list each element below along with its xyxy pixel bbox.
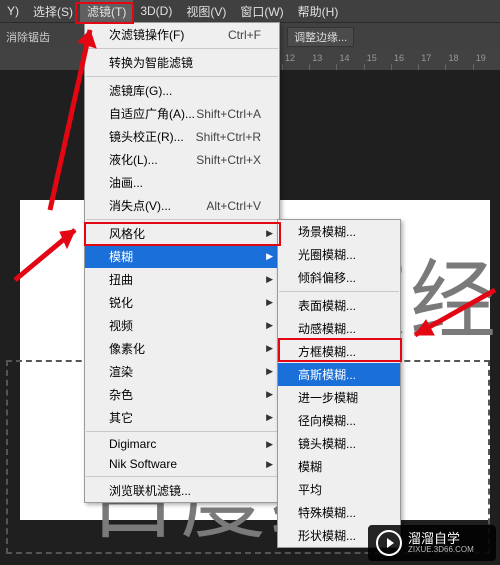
menu-pixelate[interactable]: 像素化	[85, 337, 279, 360]
menu-item-view[interactable]: 视图(V)	[179, 0, 233, 23]
blur-submenu: 场景模糊... 光圈模糊... 倾斜偏移... 表面模糊... 动感模糊... …	[277, 219, 401, 548]
play-icon	[376, 530, 402, 556]
menu-item-filter[interactable]: 滤镜(T)	[80, 0, 133, 23]
submenu-lens-blur[interactable]: 镜头模糊...	[278, 432, 400, 455]
submenu-tilt-shift[interactable]: 倾斜偏移...	[278, 266, 400, 289]
submenu-blur-more[interactable]: 进一步模糊	[278, 386, 400, 409]
watermark: 溜溜自学 ZIXUE.3D66.COM	[368, 525, 496, 561]
menu-stylize[interactable]: 风格化	[85, 222, 279, 245]
menu-liquify[interactable]: 液化(L)... Shift+Ctrl+X	[85, 148, 279, 171]
watermark-title: 溜溜自学	[408, 532, 474, 545]
menu-sharpen[interactable]: 锐化	[85, 291, 279, 314]
menu-item-select[interactable]: 选择(S)	[26, 0, 80, 23]
submenu-average[interactable]: 平均	[278, 478, 400, 501]
menu-adaptive-wide[interactable]: 自适应广角(A)... Shift+Ctrl+A	[85, 102, 279, 125]
menu-lens-correction[interactable]: 镜头校正(R)... Shift+Ctrl+R	[85, 125, 279, 148]
submenu-box-blur[interactable]: 方框模糊...	[278, 340, 400, 363]
submenu-smart-blur[interactable]: 特殊模糊...	[278, 501, 400, 524]
menu-oil-paint[interactable]: 油画...	[85, 171, 279, 194]
menubar: Y) 选择(S) 滤镜(T) 3D(D) 视图(V) 窗口(W) 帮助(H)	[0, 0, 500, 22]
menu-video[interactable]: 视频	[85, 314, 279, 337]
watermark-subtitle: ZIXUE.3D66.COM	[408, 545, 474, 554]
antialias-label: 消除锯齿	[6, 29, 50, 45]
menu-nik-software[interactable]: Nik Software	[85, 454, 279, 474]
submenu-radial-blur[interactable]: 径向模糊...	[278, 409, 400, 432]
menu-blur[interactable]: 模糊	[85, 245, 279, 268]
refine-edge-button[interactable]: 调整边缘...	[287, 27, 354, 47]
menu-convert-smart[interactable]: 转换为智能滤镜	[85, 51, 279, 74]
menu-noise[interactable]: 杂色	[85, 383, 279, 406]
menu-item-y[interactable]: Y)	[0, 1, 26, 21]
submenu-surface-blur[interactable]: 表面模糊...	[278, 294, 400, 317]
submenu-scene-blur[interactable]: 场景模糊...	[278, 220, 400, 243]
menu-item-3d[interactable]: 3D(D)	[133, 1, 179, 21]
menu-vanishing-point[interactable]: 消失点(V)... Alt+Ctrl+V	[85, 194, 279, 217]
menu-browse-online-filters[interactable]: 浏览联机滤镜...	[85, 479, 279, 502]
menu-render[interactable]: 渲染	[85, 360, 279, 383]
submenu-motion-blur[interactable]: 动感模糊...	[278, 317, 400, 340]
menu-digimarc[interactable]: Digimarc	[85, 434, 279, 454]
filter-menu: 次滤镜操作(F) Ctrl+F 转换为智能滤镜 滤镜库(G)... 自适应广角(…	[84, 22, 280, 503]
submenu-gaussian-blur[interactable]: 高斯模糊...	[278, 363, 400, 386]
menu-filter-gallery[interactable]: 滤镜库(G)...	[85, 79, 279, 102]
submenu-iris-blur[interactable]: 光圈模糊...	[278, 243, 400, 266]
menu-last-filter[interactable]: 次滤镜操作(F) Ctrl+F	[85, 23, 279, 46]
menu-other[interactable]: 其它	[85, 406, 279, 429]
menu-distort[interactable]: 扭曲	[85, 268, 279, 291]
submenu-blur[interactable]: 模糊	[278, 455, 400, 478]
menu-item-help[interactable]: 帮助(H)	[291, 0, 346, 23]
menu-item-window[interactable]: 窗口(W)	[233, 0, 290, 23]
